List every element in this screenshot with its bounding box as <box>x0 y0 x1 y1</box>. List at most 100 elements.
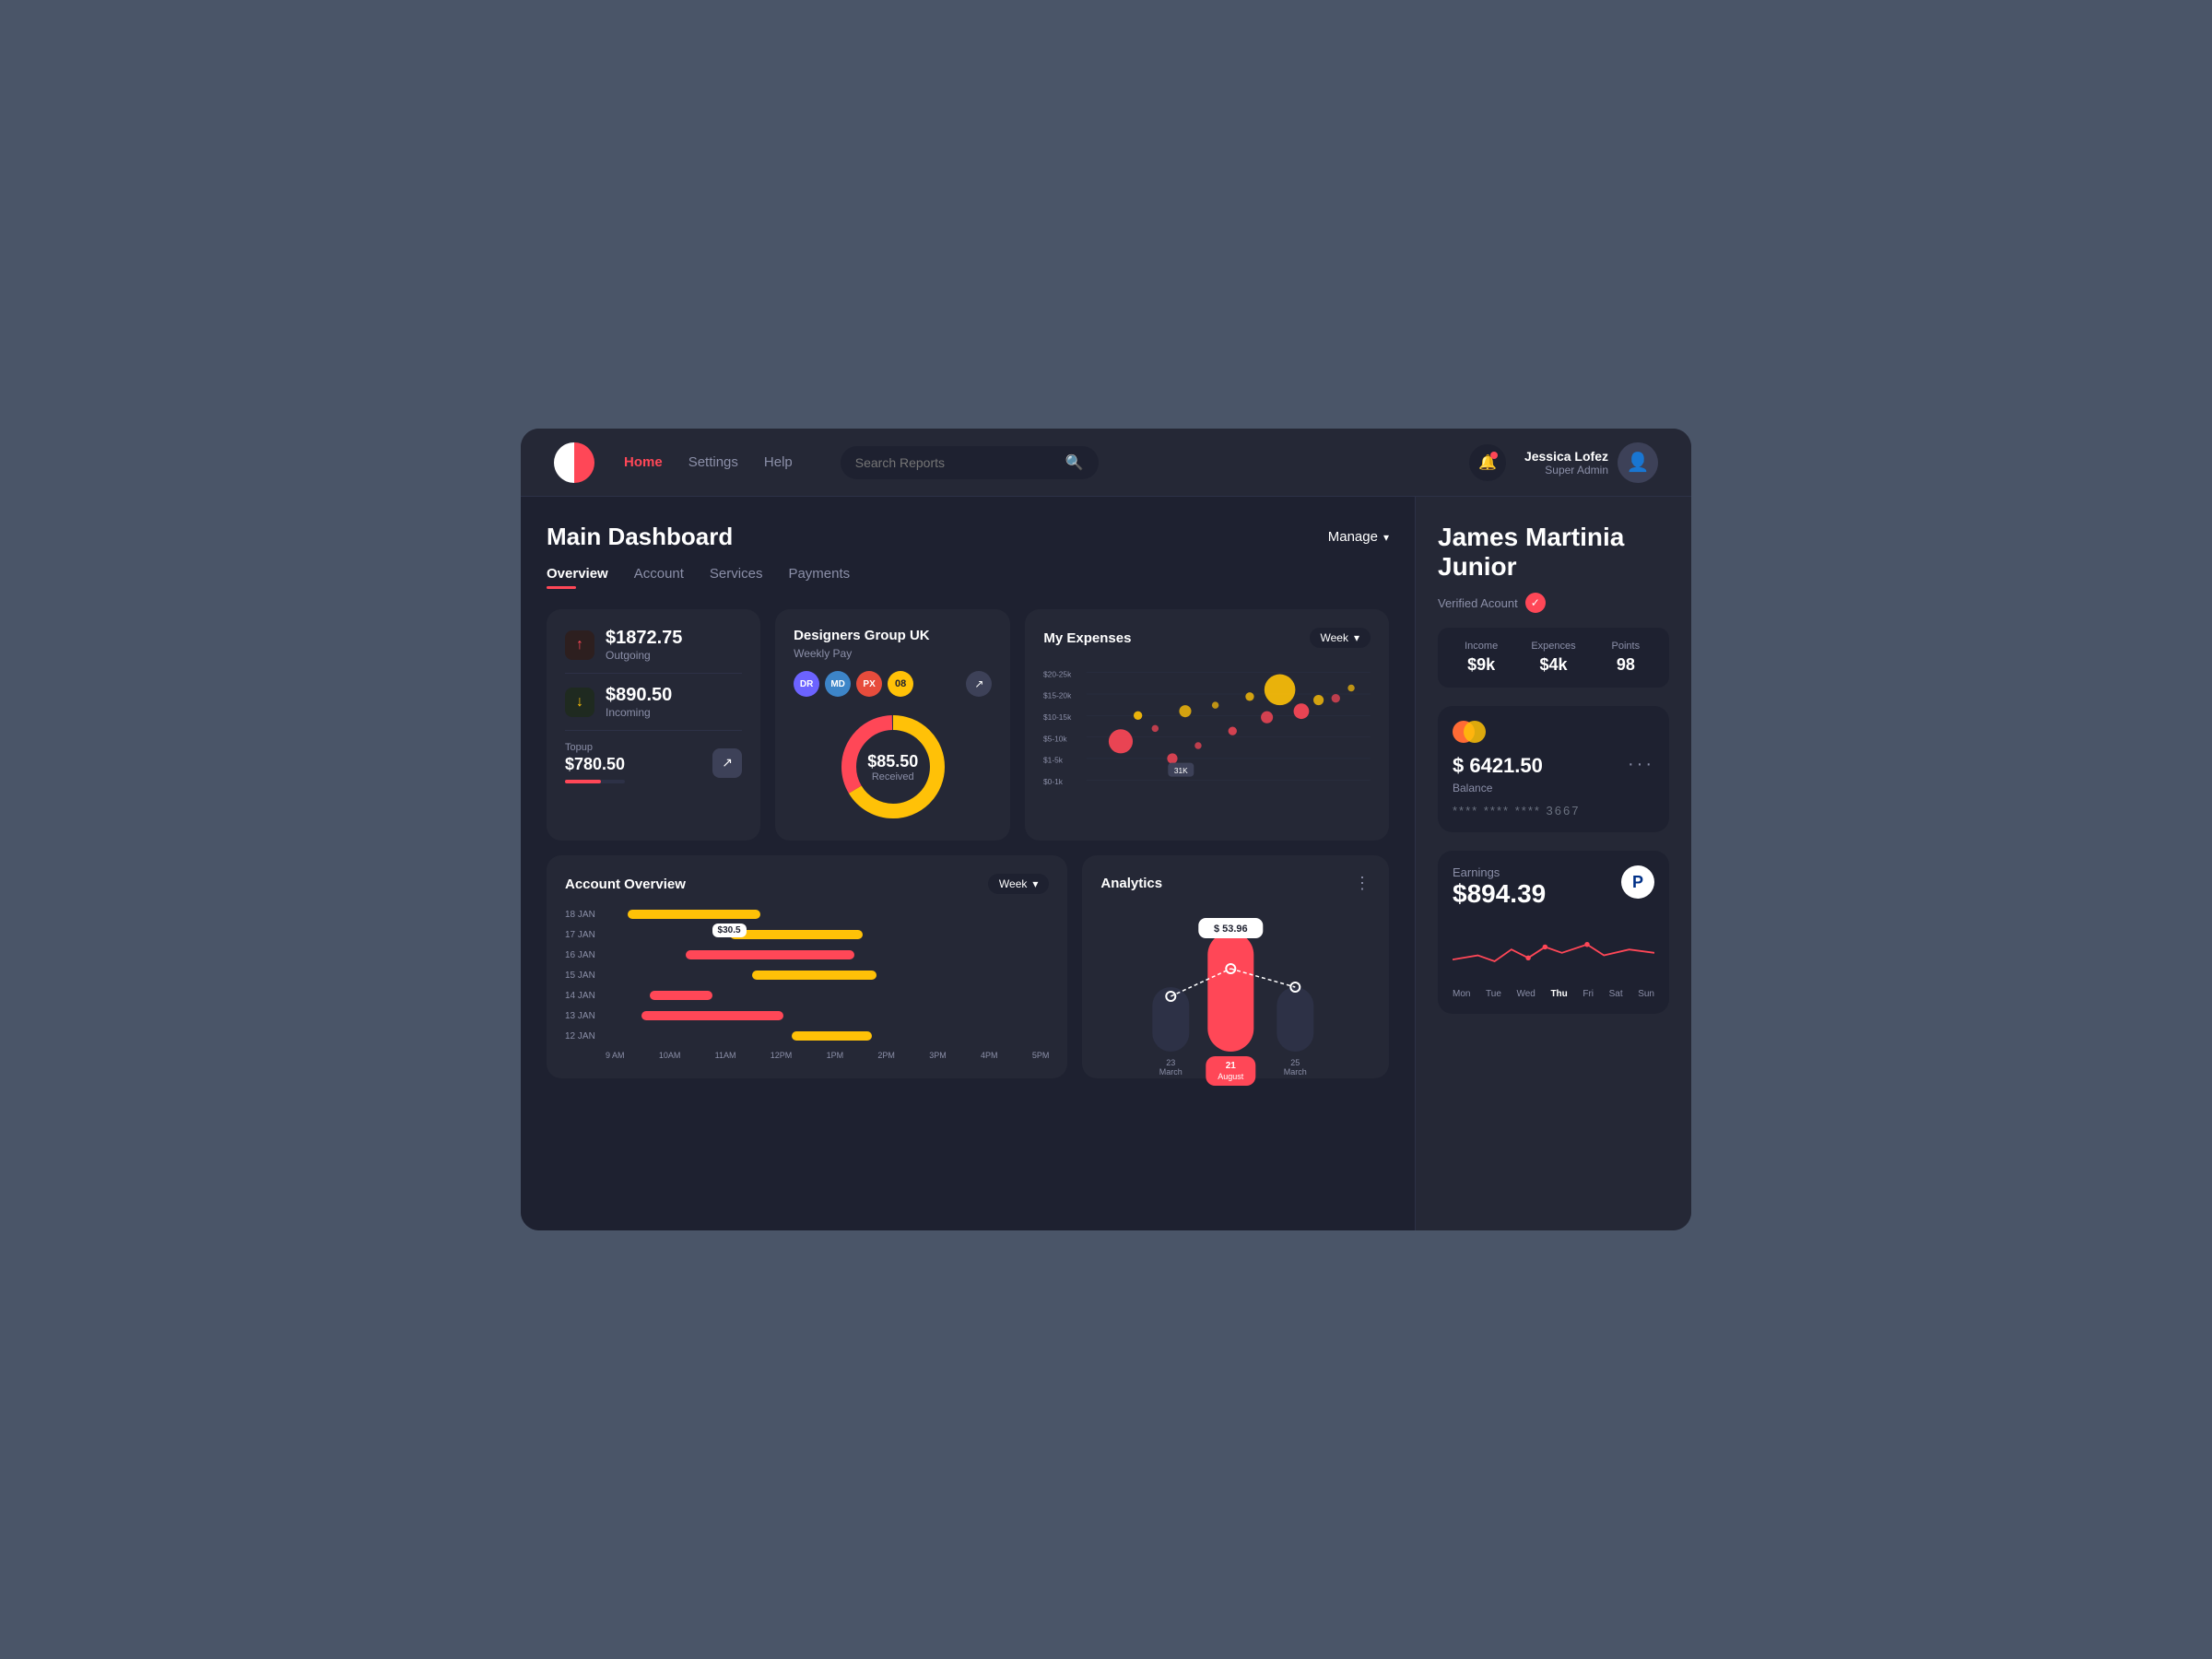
logo <box>554 442 594 483</box>
tab-services[interactable]: Services <box>710 566 763 587</box>
overview-week-selector[interactable]: Week ▾ <box>988 874 1050 894</box>
tab-payments[interactable]: Payments <box>788 566 850 587</box>
income-value: $9k <box>1449 655 1513 675</box>
svg-text:$1-5k: $1-5k <box>1043 756 1064 765</box>
tab-overview[interactable]: Overview <box>547 566 608 587</box>
weekly-sub: Weekly Pay <box>794 647 992 660</box>
incoming-item: ↓ $890.50 Incoming <box>565 685 742 719</box>
bar-13jan-red <box>641 1011 783 1020</box>
gantt-row-12jan: 12 JAN <box>565 1030 1049 1041</box>
svg-text:$15-20k: $15-20k <box>1043 691 1072 700</box>
topup-arrow-button[interactable]: ↗ <box>712 748 742 778</box>
search-input[interactable] <box>855 455 1056 470</box>
user-avatar[interactable]: 👤 <box>1618 442 1658 483</box>
topup-row: Topup $780.50 ↗ <box>565 742 742 783</box>
main-content: Main Dashboard Manage ▾ Overview Account… <box>521 497 1691 1230</box>
svg-text:August: August <box>1218 1072 1245 1081</box>
left-panel: Main Dashboard Manage ▾ Overview Account… <box>521 497 1415 1230</box>
earnings-amount: $894.39 <box>1453 879 1546 909</box>
gantt-chart: 18 JAN 17 JAN $30.5 <box>565 909 1049 1060</box>
weekly-pay-card: Designers Group UK Weekly Pay DR MD PX 0… <box>775 609 1010 841</box>
bar-18jan-yellow <box>628 910 760 919</box>
points-value: 98 <box>1594 655 1658 675</box>
avatar-dr: DR <box>794 671 819 697</box>
nav-home[interactable]: Home <box>624 454 663 470</box>
dashboard-header: Main Dashboard Manage ▾ <box>547 523 1389 551</box>
nav-settings[interactable]: Settings <box>688 454 738 470</box>
donut-label: Received <box>867 771 918 782</box>
outgoing-item: ↑ $1872.75 Outgoing <box>565 628 742 662</box>
bar-12jan-yellow <box>792 1031 872 1041</box>
search-bar: 🔍 <box>841 446 1099 479</box>
nav-links: Home Settings Help <box>624 454 793 470</box>
topup-bar-fill <box>565 780 601 783</box>
stats-row: Income $9k Expences $4k Points 98 <box>1438 628 1669 688</box>
days-row: Mon Tue Wed Thu Fri Sat Sun <box>1453 989 1654 999</box>
svg-text:$0-1k: $0-1k <box>1043 777 1064 786</box>
divider-2 <box>565 730 742 731</box>
svg-text:23: 23 <box>1167 1058 1176 1067</box>
expenses-card: My Expenses Week ▾ $20-25k $15-20k $10-1… <box>1025 609 1389 841</box>
analytics-svg: $ 53.96 23 March 21 <box>1100 904 1371 1088</box>
card-more-button[interactable]: ··· <box>1628 754 1654 775</box>
donut-text: $85.50 Received <box>867 752 918 782</box>
tab-account[interactable]: Account <box>634 566 684 587</box>
bar-16jan-red <box>686 950 854 959</box>
overview-title: Account Overview <box>565 877 686 892</box>
svg-text:$20-25k: $20-25k <box>1043 669 1072 678</box>
analytics-more-button[interactable]: ⋮ <box>1354 874 1371 893</box>
card-circle-right <box>1464 721 1486 743</box>
gantt-row-16jan: 16 JAN <box>565 949 1049 960</box>
verified-row: Verified Acount ✓ <box>1438 593 1669 613</box>
analytics-chart: $ 53.96 23 March 21 <box>1100 904 1371 1052</box>
nav-help[interactable]: Help <box>764 454 793 470</box>
verified-label: Verified Acount <box>1438 596 1518 610</box>
earnings-chart <box>1453 924 1654 979</box>
week-selector[interactable]: Week ▾ <box>1310 628 1371 648</box>
incoming-amount: $890.50 <box>606 685 672 706</box>
outgoing-label: Outgoing <box>606 649 682 662</box>
card-amount: $ 6421.50 <box>1453 754 1543 778</box>
card-balance-row: $ 6421.50 ··· <box>1453 754 1654 778</box>
day-thu: Thu <box>1550 989 1567 999</box>
finance-card: ↑ $1872.75 Outgoing ↓ $890.50 Incoming <box>547 609 760 841</box>
profile-section: James Martinia Junior Verified Acount ✓ … <box>1438 523 1669 688</box>
gantt-row-18jan: 18 JAN <box>565 909 1049 920</box>
svg-text:March: March <box>1159 1067 1182 1077</box>
verified-badge: ✓ <box>1525 593 1546 613</box>
card-logo <box>1453 721 1486 745</box>
app-container: Home Settings Help 🔍 🔔 Jessica Lofez Sup… <box>521 429 1691 1230</box>
svg-text:21: 21 <box>1226 1061 1237 1071</box>
svg-text:$ 53.96: $ 53.96 <box>1214 924 1248 935</box>
day-sat: Sat <box>1609 989 1623 999</box>
svg-text:31K: 31K <box>1174 766 1188 775</box>
overview-chevron-icon: ▾ <box>1032 877 1038 890</box>
gantt-row-15jan: 15 JAN <box>565 970 1049 981</box>
analytics-header: Analytics ⋮ <box>1100 874 1371 893</box>
topup-amount: $780.50 <box>565 755 625 774</box>
avatar-md: MD <box>825 671 851 697</box>
earnings-label: Earnings <box>1453 865 1546 879</box>
topup-label: Topup <box>565 742 625 753</box>
incoming-label: Incoming <box>606 706 672 719</box>
nav-right: 🔔 Jessica Lofez Super Admin 👤 <box>1469 442 1658 483</box>
notification-bell[interactable]: 🔔 <box>1469 444 1506 481</box>
top-nav: Home Settings Help 🔍 🔔 Jessica Lofez Sup… <box>521 429 1691 497</box>
donut-amount: $85.50 <box>867 752 918 771</box>
analytics-card: Analytics ⋮ <box>1082 855 1389 1078</box>
tabs: Overview Account Services Payments <box>547 566 1389 587</box>
topup-info: Topup $780.50 <box>565 742 625 783</box>
account-overview-card: Account Overview Week ▾ 18 JAN <box>547 855 1067 1078</box>
weekly-title: Designers Group UK <box>794 628 992 643</box>
card-section: $ 6421.50 ··· Balance **** **** **** 366… <box>1438 706 1669 832</box>
avatars-arrow-button[interactable]: ↗ <box>966 671 992 697</box>
price-badge-17jan: $30.5 <box>712 924 747 937</box>
donut-chart: $85.50 Received <box>794 712 992 822</box>
manage-button[interactable]: Manage ▾ <box>1328 529 1389 545</box>
earnings-header: Earnings $894.39 P <box>1453 865 1654 920</box>
user-role: Super Admin <box>1524 464 1608 477</box>
user-text: Jessica Lofez Super Admin <box>1524 449 1608 477</box>
svg-text:March: March <box>1284 1067 1307 1077</box>
svg-text:25: 25 <box>1291 1058 1300 1067</box>
expenses-header: My Expenses Week ▾ <box>1043 628 1371 648</box>
